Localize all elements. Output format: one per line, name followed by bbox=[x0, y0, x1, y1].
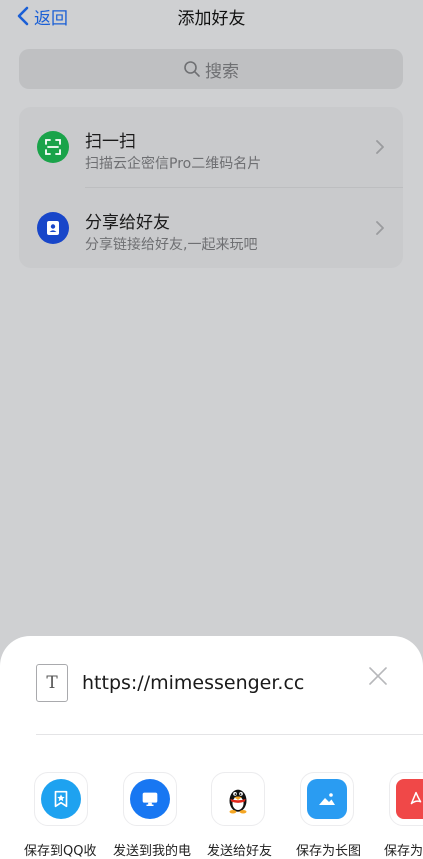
share-label-my-computer: 发送到我的电 bbox=[113, 844, 192, 859]
contact-card-icon bbox=[37, 212, 69, 244]
sheet-divider bbox=[36, 734, 423, 735]
share-target-qq-friend[interactable] bbox=[211, 772, 265, 826]
scan-subtitle: 扫描云企密信Pro二维码名片 bbox=[85, 156, 262, 172]
scan-row[interactable]: 扫一扫 扫描云企密信Pro二维码名片 bbox=[19, 107, 403, 187]
share-target-long-image[interactable] bbox=[300, 772, 354, 826]
search-label: 搜索 bbox=[205, 61, 239, 82]
share-label-qq-favorites: 保存到QQ收 bbox=[24, 844, 97, 859]
chevron-right-icon bbox=[376, 221, 384, 235]
search-icon bbox=[184, 61, 200, 77]
chevron-right-icon bbox=[376, 140, 384, 154]
my-computer-icon bbox=[130, 779, 170, 819]
share-target-my-computer[interactable] bbox=[123, 772, 177, 826]
search-bar[interactable]: 搜索 bbox=[19, 49, 403, 89]
page-title: 添加好友 bbox=[177, 9, 246, 29]
share-target-qq-favorites[interactable] bbox=[34, 772, 88, 826]
add-friend-options: 扫一扫 扫描云企密信Pro二维码名片 分享给好友 分享链接给好友,一起来玩吧 bbox=[19, 107, 403, 268]
pdf-icon bbox=[396, 779, 423, 819]
share-label-pdf: 保存为 bbox=[384, 844, 423, 859]
share-label-long-image: 保存为长图 bbox=[296, 844, 362, 859]
qq-favorites-icon bbox=[41, 779, 81, 819]
close-icon[interactable] bbox=[368, 666, 388, 686]
share-target-pdf[interactable] bbox=[389, 772, 423, 826]
share-subtitle: 分享链接给好友,一起来玩吧 bbox=[85, 237, 258, 253]
long-image-icon bbox=[307, 779, 347, 819]
shared-url: https://mimessenger.cc bbox=[82, 672, 305, 694]
qq-penguin-icon bbox=[229, 789, 247, 814]
text-file-icon: T bbox=[36, 664, 68, 702]
navigation-bar: 返回 添加好友 bbox=[0, 0, 423, 34]
scan-title: 扫一扫 bbox=[85, 132, 136, 152]
share-label-qq-friend: 发送给好友 bbox=[207, 844, 273, 859]
share-to-friend-row[interactable]: 分享给好友 分享链接给好友,一起来玩吧 bbox=[19, 188, 403, 268]
scan-icon bbox=[37, 131, 69, 163]
share-title: 分享给好友 bbox=[85, 213, 170, 233]
